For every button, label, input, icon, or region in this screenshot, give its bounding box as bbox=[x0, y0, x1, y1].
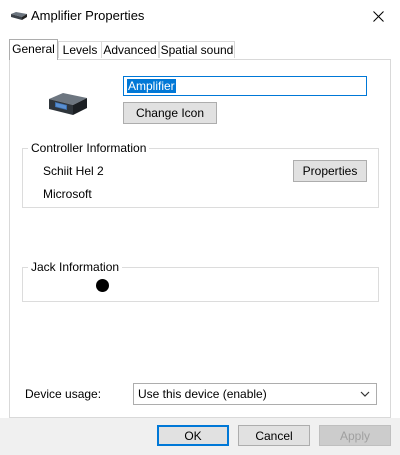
controller-info-title: Controller Information bbox=[28, 141, 150, 155]
device-usage-label: Device usage: bbox=[25, 387, 102, 401]
title-bar: Amplifier Properties bbox=[0, 0, 400, 32]
device-usage-select[interactable]: Use this device (enable) bbox=[133, 383, 377, 405]
window-title: Amplifier Properties bbox=[31, 8, 145, 23]
jack-color-indicator bbox=[96, 279, 109, 292]
device-name-value: Amplifier bbox=[127, 79, 176, 93]
ok-button[interactable]: OK bbox=[157, 425, 229, 446]
device-usage-value: Use this device (enable) bbox=[138, 387, 267, 401]
jack-info-title: Jack Information bbox=[28, 260, 123, 274]
chevron-down-icon bbox=[360, 391, 370, 397]
cancel-button[interactable]: Cancel bbox=[238, 425, 310, 446]
device-name-input[interactable]: Amplifier bbox=[123, 76, 367, 96]
properties-button[interactable]: Properties bbox=[293, 160, 367, 182]
close-icon bbox=[372, 10, 384, 22]
tab-advanced[interactable]: Advanced bbox=[101, 41, 159, 58]
change-icon-button[interactable]: Change Icon bbox=[123, 102, 217, 124]
close-button[interactable] bbox=[356, 0, 400, 32]
tab-general[interactable]: General bbox=[9, 39, 58, 60]
audio-device-icon bbox=[49, 93, 87, 115]
speaker-device-icon bbox=[11, 12, 27, 20]
tab-spatial-sound[interactable]: Spatial sound bbox=[159, 41, 235, 58]
tab-levels[interactable]: Levels bbox=[58, 41, 102, 58]
controller-manufacturer: Microsoft bbox=[43, 187, 92, 201]
controller-name: Schiit Hel 2 bbox=[43, 164, 104, 178]
apply-button[interactable]: Apply bbox=[319, 425, 391, 446]
